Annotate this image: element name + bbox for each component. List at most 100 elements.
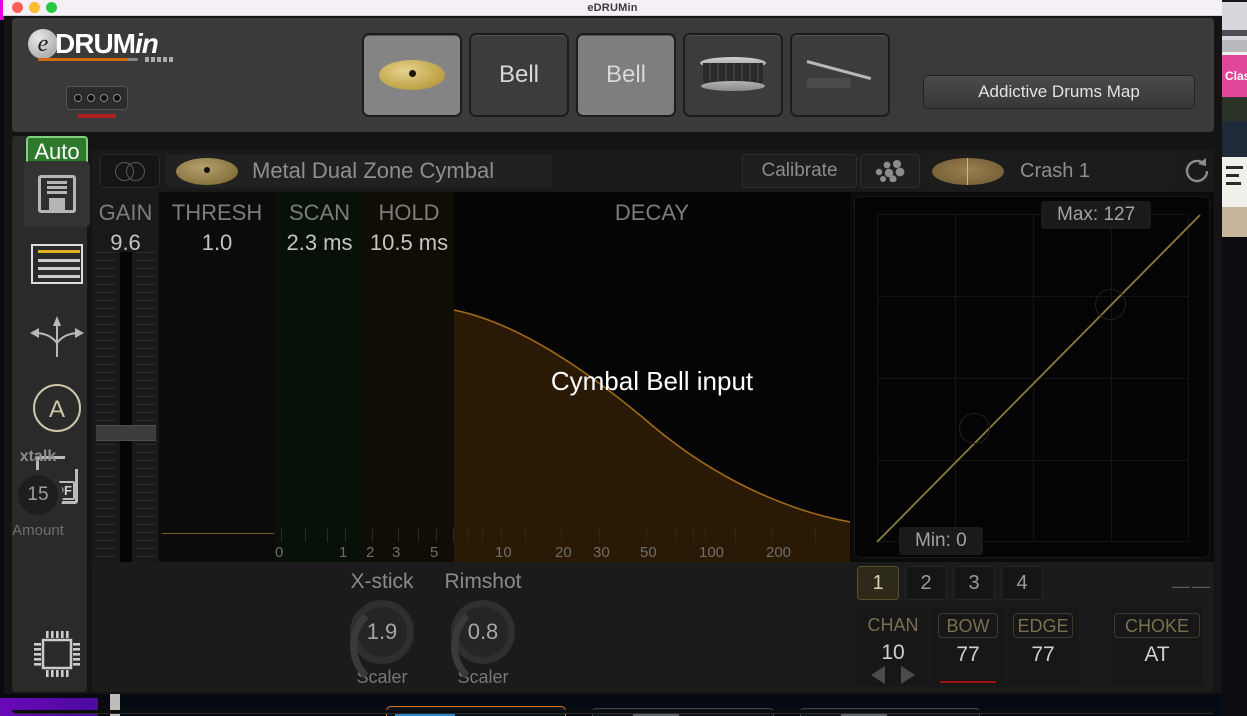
addictive-drums-map-button[interactable]: Addictive Drums Map (923, 75, 1195, 109)
param-label-scan: SCAN (288, 200, 351, 225)
param-label-hold: HOLD (378, 200, 440, 225)
pad-dots-icon (875, 160, 905, 182)
midi-edge-cell[interactable]: EDGE 77 (1007, 608, 1079, 686)
pad-button-2[interactable]: Bell (469, 33, 569, 117)
crash-cymbal-icon (932, 157, 1004, 185)
knob-dial-xstick[interactable]: 1.9 (350, 600, 414, 692)
circle-a-icon: A (33, 384, 81, 432)
sidebar-item-spread-routing[interactable] (24, 308, 90, 364)
logo-drum-text: DRUM (55, 28, 136, 59)
list-icon (31, 244, 83, 284)
param-column-thresh[interactable]: THRESH 1.0 (159, 192, 275, 562)
curve-handle-high[interactable] (1095, 289, 1126, 320)
knob-dial-rimshot[interactable]: 0.8 (451, 600, 515, 692)
calibrate-button[interactable]: Calibrate (742, 154, 857, 188)
scale-tick-3: 3 (392, 544, 401, 561)
logo-underline (38, 58, 138, 61)
sidebar-item-list-view[interactable] (24, 236, 90, 292)
midi-bow-active-underline (940, 681, 996, 683)
param-value-thresh: 1.0 (201, 230, 233, 255)
pad-selector: Bell Bell (362, 33, 890, 117)
scale-tick-50: 50 (640, 544, 657, 561)
zone-tab-2[interactable]: 2 (905, 566, 947, 600)
velocity-curve-panel[interactable]: Max: 127 Min: 0 (854, 196, 1210, 558)
logo-wordmark: DRUMin (55, 28, 159, 60)
floppy-disk-icon (38, 175, 76, 213)
logo-e-mark: e (28, 29, 58, 59)
chip-icon (34, 631, 80, 677)
refresh-icon (1185, 158, 1209, 183)
scale-tick-5: 5 (430, 544, 439, 561)
bg-dark-panel (1222, 97, 1247, 121)
midi-choke-header: CHOKE (1114, 613, 1200, 638)
midi-note-label: Crash 1 (1020, 159, 1091, 182)
param-column-scan[interactable]: SCAN 2.3 ms (275, 192, 364, 562)
midi-edge-header: EDGE (1013, 613, 1073, 638)
preset-name-field[interactable]: Metal Dual Zone Cymbal (166, 154, 552, 188)
zone-tab-3[interactable]: 3 (953, 566, 995, 600)
param-label-thresh: THRESH (171, 200, 263, 225)
pad-button-4[interactable] (683, 33, 783, 117)
app-bottom-edge (12, 710, 1214, 714)
refresh-button[interactable] (1180, 154, 1214, 188)
midi-channel-cell[interactable]: CHAN 10 (857, 608, 929, 686)
scale-tick-1: 1 (339, 544, 348, 561)
bg-window-divider (1222, 30, 1247, 36)
link-pads-button[interactable] (100, 154, 160, 188)
midi-note-selector[interactable]: Crash 1 (924, 154, 1176, 188)
scale-tick-100: 100 (699, 544, 725, 561)
midi-bow-cell[interactable]: BOW 77 (932, 608, 1004, 686)
knob-xstick: X-stick 1.9 Scaler (337, 570, 427, 692)
cymbal-icon (379, 60, 445, 90)
knob-label-rimshot: Rimshot (444, 570, 522, 593)
arrow-right-icon[interactable] (901, 666, 915, 684)
param-column-hold[interactable]: HOLD 10.5 ms (364, 192, 454, 562)
midi-bow-value: 77 (956, 643, 980, 666)
sidebar-item-about[interactable]: A (24, 380, 90, 436)
zone-tab-4[interactable]: 4 (1001, 566, 1043, 600)
arrows-spread-icon (30, 316, 84, 357)
midi-channel-value: 10 (881, 641, 905, 664)
curve-handle-low[interactable] (959, 413, 990, 444)
preset-toolbar: Metal Dual Zone Cymbal Calibrate Crash 1 (92, 150, 1214, 192)
snare-drum-icon (700, 57, 766, 93)
bg-tan-panel (1222, 207, 1247, 237)
bg-menu-line-2 (1226, 174, 1239, 177)
connector-pin (73, 94, 82, 102)
midi-channel-arrows (863, 666, 923, 684)
velocity-max-tag[interactable]: Max: 127 (1041, 201, 1152, 229)
scale-tick-30: 30 (593, 544, 610, 561)
threshold-line (162, 533, 274, 534)
param-label-gain: GAIN (98, 200, 153, 225)
sidebar-item-firmware[interactable] (24, 626, 90, 682)
bg-menu-line-3 (1226, 182, 1241, 185)
bg-blue-panel (1222, 121, 1247, 157)
velocity-min-tag[interactable]: Min: 0 (899, 527, 983, 555)
fader-handle[interactable] (96, 425, 156, 441)
bg-black-panel (1222, 237, 1247, 716)
bg-menu-line-1 (1226, 166, 1243, 169)
xtalk-control: xtalk 15 Amount (8, 448, 68, 539)
scale-tick-2: 2 (366, 544, 375, 561)
sidebar-item-save-preset[interactable] (24, 161, 90, 227)
preset-name-label: Metal Dual Zone Cymbal (252, 158, 495, 183)
zone-tab-1[interactable]: 1 (857, 566, 899, 600)
cymbal-icon (176, 157, 238, 185)
pad-button-1[interactable] (362, 33, 462, 117)
decay-curve-graph (454, 309, 850, 562)
arrow-left-icon[interactable] (871, 666, 885, 684)
bg-pink-label: Clas (1222, 55, 1247, 97)
sidebar: Auto A (12, 136, 90, 692)
knob-rimshot: Rimshot 0.8 Scaler (433, 570, 533, 692)
pad-dots-button[interactable] (860, 154, 920, 188)
midi-choke-cell[interactable]: CHOKE AT (1112, 608, 1202, 686)
param-column-decay[interactable]: DECAY (454, 192, 850, 562)
screen: PDF Clas eDRUMin e DRUMin (0, 0, 1247, 716)
pad-button-3[interactable]: Bell (576, 33, 676, 117)
xtalk-knob[interactable]: 15 (13, 470, 63, 520)
logo-in-text: in (135, 28, 159, 59)
param-value-hold: 10.5 ms (369, 230, 449, 255)
pad-button-5[interactable] (790, 33, 890, 117)
main-panel: Metal Dual Zone Cymbal Calibrate Crash 1… (92, 136, 1214, 692)
midi-settings-row: CHAN 10 BOW 77 EDGE 77 CHOKE AT (857, 608, 1202, 686)
